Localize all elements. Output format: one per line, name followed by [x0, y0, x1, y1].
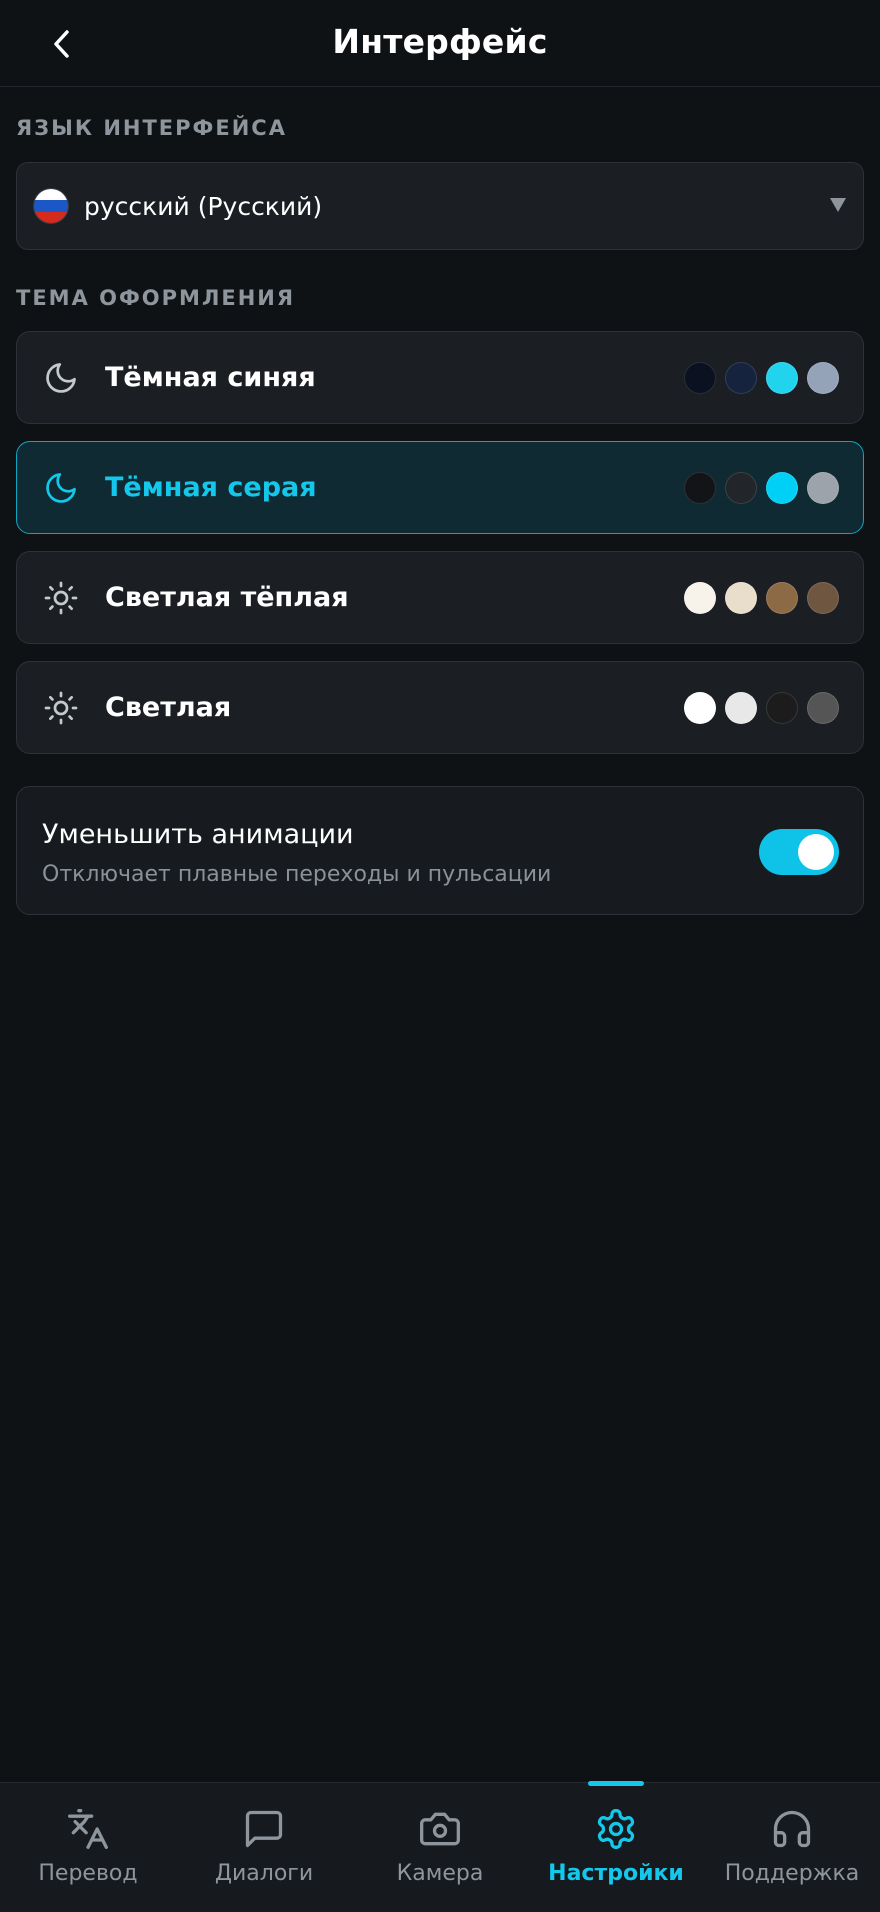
theme-option[interactable]: Светлая	[16, 661, 864, 754]
color-swatch	[684, 692, 716, 724]
reduce-animations-description: Отключает плавные переходы и пульсации	[42, 862, 552, 887]
moon-icon	[41, 358, 81, 398]
nav-item[interactable]: Настройки	[528, 1781, 704, 1912]
color-swatch	[807, 692, 839, 724]
theme-option[interactable]: Светлая тёплая	[16, 551, 864, 644]
reduce-animations-card: Уменьшить анимации Отключает плавные пер…	[16, 786, 864, 915]
language-section-label: ЯЗЫК ИНТЕРФЕЙСА	[16, 116, 287, 140]
moon-icon	[41, 468, 81, 508]
color-swatch	[766, 582, 798, 614]
app-header: Интерфейс	[0, 0, 880, 87]
theme-name: Тёмная серая	[105, 472, 317, 503]
camera-icon	[416, 1805, 464, 1853]
color-swatch	[807, 362, 839, 394]
bottom-navigation: Перевод Диалоги Камера Настройки Поддержка	[0, 1781, 880, 1912]
nav-item[interactable]: Поддержка	[704, 1783, 880, 1912]
nav-item[interactable]: Диалоги	[176, 1783, 352, 1912]
theme-swatches	[684, 582, 839, 614]
theme-section-label: ТЕМА ОФОРМЛЕНИЯ	[16, 286, 296, 310]
language-select[interactable]: русский (Русский)	[16, 162, 864, 250]
language-value: русский (Русский)	[84, 191, 323, 221]
color-swatch	[684, 582, 716, 614]
theme-name: Светлая	[105, 692, 232, 723]
nav-item[interactable]: Камера	[352, 1783, 528, 1912]
theme-name: Светлая тёплая	[105, 582, 349, 613]
color-swatch	[725, 472, 757, 504]
sun-icon	[41, 578, 81, 618]
active-tab-indicator	[588, 1781, 644, 1786]
color-swatch	[725, 692, 757, 724]
color-swatch	[807, 582, 839, 614]
color-swatch	[725, 582, 757, 614]
nav-label: Перевод	[38, 1861, 138, 1886]
nav-label: Поддержка	[724, 1861, 860, 1886]
russia-flag-icon	[34, 189, 68, 223]
color-swatch	[766, 362, 798, 394]
sun-icon	[41, 688, 81, 728]
theme-name: Тёмная синяя	[105, 362, 316, 393]
color-swatch	[766, 692, 798, 724]
theme-swatches	[684, 362, 839, 394]
chat-bubble-icon	[240, 1805, 288, 1853]
nav-label: Диалоги	[214, 1861, 314, 1886]
color-swatch	[766, 472, 798, 504]
dropdown-caret-icon	[830, 198, 846, 212]
gear-icon	[592, 1805, 640, 1853]
page-title: Интерфейс	[332, 22, 548, 61]
theme-option[interactable]: Тёмная синяя	[16, 331, 864, 424]
color-swatch	[684, 472, 716, 504]
color-swatch	[725, 362, 757, 394]
reduce-animations-toggle[interactable]	[759, 829, 839, 875]
toggle-knob	[798, 834, 834, 870]
nav-label: Настройки	[548, 1861, 684, 1886]
color-swatch	[807, 472, 839, 504]
theme-swatches	[684, 472, 839, 504]
translate-icon	[64, 1805, 112, 1853]
headphones-icon	[768, 1805, 816, 1853]
theme-option[interactable]: Тёмная серая	[16, 441, 864, 534]
nav-item[interactable]: Перевод	[0, 1783, 176, 1912]
nav-label: Камера	[396, 1861, 484, 1886]
reduce-animations-title: Уменьшить анимации	[42, 819, 354, 850]
color-swatch	[684, 362, 716, 394]
theme-swatches	[684, 692, 839, 724]
